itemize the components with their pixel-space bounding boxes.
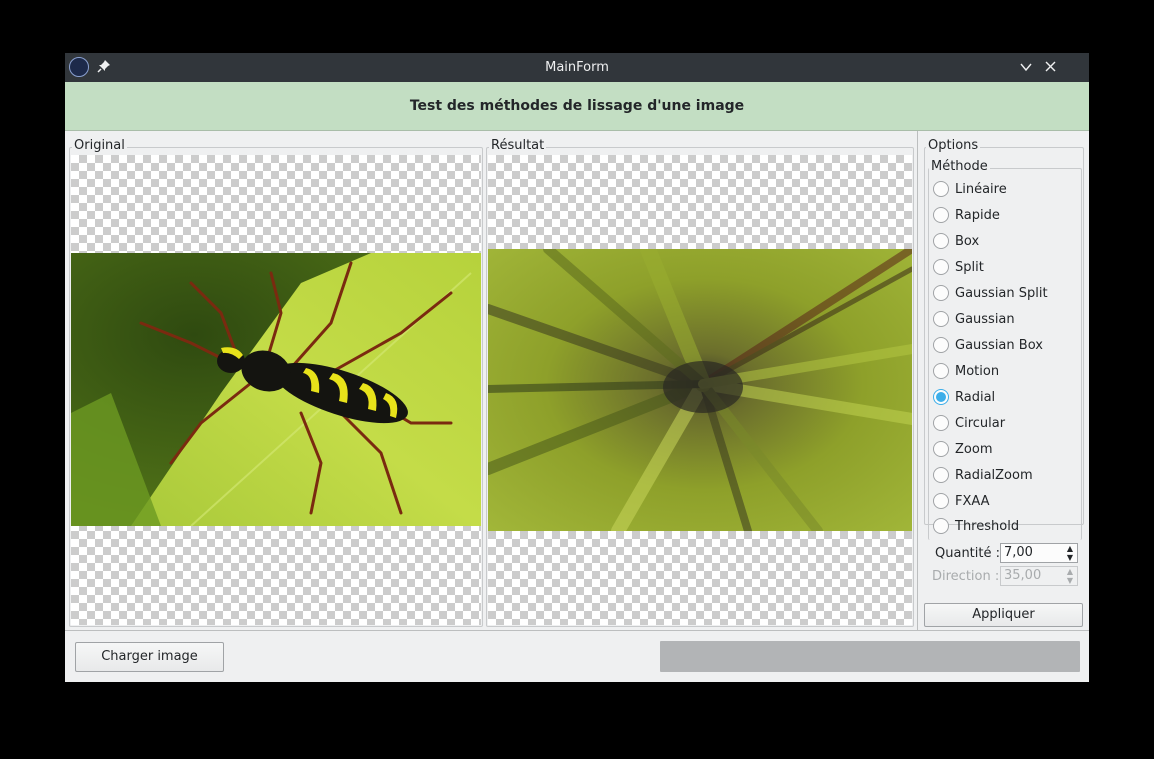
original-image [71,253,481,526]
method-option-label: Linéaire [955,182,1007,197]
radio-button[interactable] [933,311,949,327]
quantity-stepper[interactable]: ▲ ▼ [1065,544,1075,562]
radio-button[interactable] [933,493,949,509]
method-option-label: Rapide [955,208,1000,223]
result-label: Résultat [489,138,547,154]
method-option-label: Threshold [955,519,1020,534]
radio-button[interactable] [933,285,949,301]
result-image [488,249,912,531]
method-option-label: Radial [955,390,996,405]
method-option-label: Motion [955,364,1000,379]
header-banner: Test des méthodes de lissage d'une image [65,82,1089,131]
radio-button[interactable] [933,363,949,379]
radio-button[interactable] [933,207,949,223]
method-option-label: Circular [955,416,1006,431]
radio-button[interactable] [933,415,949,431]
direction-label: Direction : [932,569,1000,584]
quantity-spinbox[interactable]: 7,00 ▲ ▼ [1000,543,1078,563]
quantity-value: 7,00 [1004,545,1033,560]
radio-button[interactable] [933,233,949,249]
method-option-label: RadialZoom [955,468,1033,483]
window-title: MainForm [545,60,609,75]
options-pane: Options Méthode Quantité : 7,00 ▲ ▼ Direc… [917,131,1089,631]
main-window: MainForm Test des méthodes de lissage d'… [65,53,1089,682]
load-image-button[interactable]: Charger image [75,642,224,672]
progress-bar [660,641,1080,672]
method-option-label: Box [955,234,980,249]
radio-button[interactable] [933,337,949,353]
method-label: Méthode [929,159,990,175]
direction-stepper: ▲ ▼ [1066,567,1074,585]
radio-button[interactable] [933,259,949,275]
direction-spinbox: 35,00 ▲ ▼ [1000,566,1078,586]
radio-button[interactable] [933,181,949,197]
radio-button[interactable] [933,518,949,534]
options-label: Options [926,138,981,154]
method-option-label: Gaussian Box [955,338,1043,353]
method-option-label: Split [955,260,984,275]
method-option-label: Gaussian [955,312,1015,327]
close-icon[interactable] [1044,60,1058,74]
title-bar[interactable]: MainForm [65,53,1089,82]
chevron-down-icon[interactable] [1019,60,1033,74]
radio-button[interactable] [933,441,949,457]
quantity-label: Quantité : [935,546,1000,561]
apply-button[interactable]: Appliquer [924,603,1083,627]
method-option-label: Gaussian Split [955,286,1048,301]
radio-button[interactable] [933,467,949,483]
original-label: Original [72,138,127,154]
method-option-label: FXAA [955,494,990,509]
result-canvas [488,155,912,625]
method-option-label: Zoom [955,442,993,457]
content-area: Original Résultat Options Méthode Quanti… [65,131,1089,631]
original-canvas [71,155,481,625]
radio-button[interactable] [933,389,949,405]
direction-value: 35,00 [1004,568,1042,583]
